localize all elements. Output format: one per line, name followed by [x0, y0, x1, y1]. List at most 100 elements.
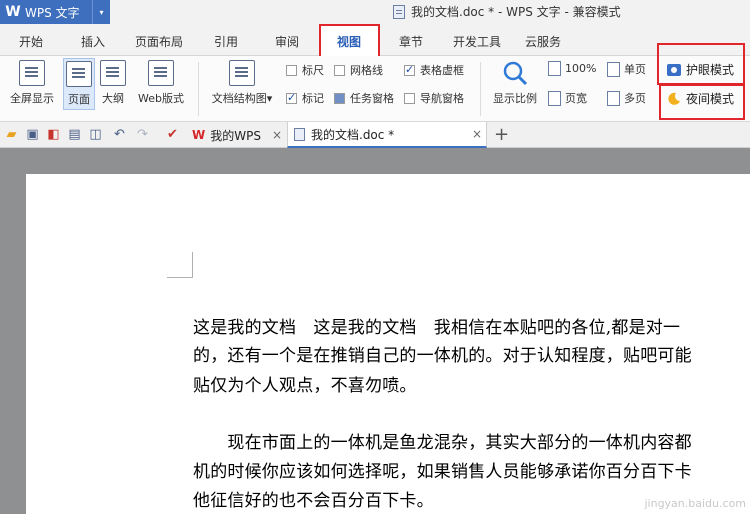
zoom-100-icon	[548, 61, 561, 76]
redo-icon[interactable]: ↷	[135, 127, 150, 142]
ruler-checkbox-box[interactable]	[286, 64, 297, 76]
paragraph-line[interactable]: 的，还有一个是在推销自己的一体机的。对于认知程度，贴吧可能	[193, 341, 692, 366]
task-pane-checkbox-box[interactable]	[334, 92, 345, 104]
doc-structure-label: 文档结构图	[211, 92, 267, 105]
document-workspace: 这是我的文档 这是我的文档 我相信在本贴吧的各位,都是对一 的，还有一个是在推销…	[0, 148, 750, 514]
task-pane-checkbox[interactable]: 任务窗格	[334, 90, 394, 106]
doc-structure-chevron-icon: ▾	[266, 92, 273, 105]
zoom-button[interactable]: 显示比例	[488, 58, 542, 106]
table-gridlines-checkbox-box[interactable]	[404, 64, 415, 76]
tab-chapter[interactable]: 章节	[399, 33, 423, 50]
fullscreen-label: 全屏显示	[10, 92, 54, 105]
print-preview-icon[interactable]: ◫	[88, 127, 103, 142]
page-width-button[interactable]: 页宽	[548, 90, 587, 106]
tab-references[interactable]: 引用	[214, 33, 238, 50]
tab-my-document[interactable]: 我的文档.doc * ×	[287, 122, 487, 148]
customize-toolbar-icon[interactable]: ✔	[165, 127, 180, 142]
gridlines-label: 网格线	[350, 64, 383, 77]
outline-view-button[interactable]: 大纲	[98, 58, 128, 106]
open-folder-icon[interactable]: ▰	[4, 127, 19, 142]
new-tab-button[interactable]: +	[494, 124, 509, 145]
ruler-label: 标尺	[302, 64, 324, 77]
fullscreen-icon	[19, 60, 45, 86]
tab-my-wps[interactable]: W 我的WPS ×	[186, 122, 286, 148]
multi-page-icon	[607, 90, 620, 106]
doc-structure-button[interactable]: 文档结构图▾	[204, 58, 280, 106]
ruler-checkbox[interactable]: 标尺	[286, 62, 324, 78]
markup-checkbox[interactable]: 标记	[286, 90, 324, 106]
paragraph-line[interactable]: 机的时候你应该如何选择呢，如果销售人员能够承诺你百分百下卡	[193, 457, 692, 482]
nav-pane-checkbox[interactable]: 导航窗格	[404, 90, 464, 106]
zoom-100-button[interactable]: 100%	[548, 61, 596, 76]
tab-developer[interactable]: 开发工具	[453, 33, 501, 50]
view-ribbon: 全屏显示 页面 大纲 Web版式 文档结构图▾ 标尺 网格线 表格虚框 标记 任…	[0, 43, 750, 122]
document-icon	[294, 127, 305, 141]
watermark: jingyan.baidu.com	[644, 497, 746, 510]
ribbon-divider	[198, 62, 199, 116]
document-page[interactable]: 这是我的文档 这是我的文档 我相信在本贴吧的各位,都是对一 的，还有一个是在推销…	[26, 174, 750, 514]
paragraph-line[interactable]: 贴仅为个人观点，不喜勿喷。	[193, 371, 417, 396]
doc-structure-icon	[229, 60, 255, 86]
margin-corner-mark	[167, 252, 193, 278]
print-icon[interactable]: ▤	[67, 127, 82, 142]
eye-protection-icon	[667, 63, 681, 76]
tab-cloud[interactable]: 云服务	[525, 33, 561, 50]
page-width-icon	[548, 90, 561, 106]
page-width-label: 页宽	[565, 92, 587, 105]
outline-view-label: 大纲	[102, 92, 124, 105]
window-title-text: 我的文档.doc * - WPS 文字 - 兼容模式	[411, 5, 621, 19]
document-icon	[393, 4, 405, 19]
single-page-button[interactable]: 单页	[607, 61, 646, 77]
close-tab-icon[interactable]: ×	[272, 128, 282, 142]
nav-pane-label: 导航窗格	[420, 92, 464, 105]
tab-insert[interactable]: 插入	[81, 33, 105, 50]
markup-label: 标记	[302, 92, 324, 105]
eye-protection-label: 护眼模式	[686, 63, 735, 77]
web-view-icon	[148, 60, 174, 86]
page-view-icon	[66, 61, 92, 87]
tab-page-layout[interactable]: 页面布局	[135, 33, 183, 50]
night-mode-label: 夜间模式	[686, 92, 735, 106]
paragraph-line[interactable]: 他征信好的也不会百分百下卡。	[193, 486, 434, 511]
ribbon-tab-bar: 开始 插入 页面布局 引用 审阅 视图 章节 开发工具 云服务	[0, 24, 750, 56]
markup-checkbox-box[interactable]	[286, 92, 297, 104]
eye-protection-button[interactable]: 护眼模式	[667, 61, 734, 78]
tab-view[interactable]: 视图	[337, 33, 361, 50]
magnifier-icon	[502, 60, 528, 86]
window-title: 我的文档.doc * - WPS 文字 - 兼容模式	[393, 3, 621, 20]
save-icon[interactable]: ▣	[25, 127, 40, 142]
nav-pane-checkbox-box[interactable]	[404, 92, 415, 104]
moon-icon	[667, 92, 681, 106]
tab-review[interactable]: 审阅	[275, 33, 299, 50]
wps-app-menu-button[interactable]: W WPS 文字 ▾	[0, 0, 110, 24]
undo-icon[interactable]: ↶	[112, 127, 127, 142]
app-name: WPS 文字	[25, 5, 80, 20]
page-view-label: 页面	[68, 93, 90, 106]
paragraph-line[interactable]: 现在市面上的一体机是鱼龙混杂，其实大部分的一体机内容都	[193, 428, 692, 453]
chevron-down-icon[interactable]: ▾	[92, 0, 110, 24]
tab-my-document-label: 我的文档.doc *	[311, 127, 395, 142]
outline-view-icon	[100, 60, 126, 86]
title-bar: W WPS 文字 ▾ 我的文档.doc * - WPS 文字 - 兼容模式	[0, 0, 750, 24]
page-view-button[interactable]: 页面	[63, 58, 95, 110]
multi-page-label: 多页	[624, 92, 646, 105]
paragraph-line[interactable]: 这是我的文档 这是我的文档 我相信在本贴吧的各位,都是对一	[193, 313, 680, 338]
tab-my-wps-label: 我的WPS	[210, 128, 261, 143]
zoom-label: 显示比例	[493, 92, 537, 105]
quick-access-bar: ▰ ▣ ◧ ▤ ◫ ↶ ↷ ✔ W 我的WPS × 我的文档.doc * × +	[0, 122, 750, 148]
gridlines-checkbox-box[interactable]	[334, 64, 345, 76]
export-pdf-icon[interactable]: ◧	[46, 127, 61, 142]
fullscreen-button[interactable]: 全屏显示	[6, 58, 58, 106]
tab-home[interactable]: 开始	[19, 33, 43, 50]
wps-logo-icon: W	[5, 4, 21, 20]
table-gridlines-label: 表格虚框	[420, 64, 464, 77]
close-tab-icon[interactable]: ×	[472, 127, 482, 141]
multi-page-button[interactable]: 多页	[607, 90, 646, 106]
web-view-button[interactable]: Web版式	[133, 58, 189, 106]
task-pane-label: 任务窗格	[350, 92, 394, 105]
night-mode-button[interactable]: 夜间模式	[667, 90, 734, 107]
gridlines-checkbox[interactable]: 网格线	[334, 62, 383, 78]
ribbon-divider	[480, 62, 481, 116]
single-page-label: 单页	[624, 63, 646, 76]
table-gridlines-checkbox[interactable]: 表格虚框	[404, 62, 464, 78]
